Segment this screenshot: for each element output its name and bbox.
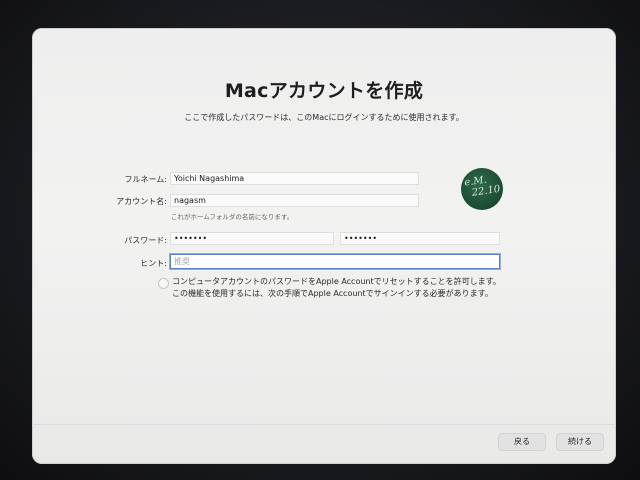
account-name-hint: これがホームフォルダの名前になります。 <box>171 213 294 221</box>
hint-field[interactable] <box>170 254 500 269</box>
page-subtitle: ここで作成したパスワードは、このMacにログインするために使用されます。 <box>184 113 464 122</box>
setup-window: Macアカウントを作成 ここで作成したパスワードは、このMacにログインするため… <box>32 28 616 464</box>
allow-reset-label: コンピュータアカウントのパスワードをApple Accountでリセットすること… <box>172 276 552 300</box>
fullname-label: フルネーム: <box>124 175 167 184</box>
password-verify-field[interactable]: ••••••• <box>340 232 500 245</box>
continue-button[interactable]: 続ける <box>556 433 604 451</box>
page-title: Macアカウントを作成 <box>224 80 424 102</box>
fullname-field[interactable] <box>170 172 419 185</box>
footer-divider <box>32 424 616 425</box>
back-button[interactable]: 戻る <box>498 433 546 451</box>
user-avatar[interactable]: e.M. 22.10 <box>461 168 503 210</box>
allow-reset-checkbox[interactable] <box>158 278 169 289</box>
allow-reset-line1: コンピュータアカウントのパスワードをApple Accountでリセットすること… <box>172 277 501 286</box>
screen: Macアカウントを作成 ここで作成したパスワードは、このMacにログインするため… <box>0 0 640 480</box>
avatar-monogram: e.M. 22.10 <box>464 172 503 199</box>
password-field[interactable]: ••••••• <box>170 232 334 245</box>
hint-label: ヒント: <box>140 259 167 268</box>
account-name-label: アカウント名: <box>116 197 167 206</box>
account-name-field[interactable] <box>170 194 419 207</box>
allow-reset-line2: この機能を使用するには、次の手順でApple Accountでサインインする必要… <box>172 289 493 298</box>
password-label: パスワード: <box>124 236 167 245</box>
